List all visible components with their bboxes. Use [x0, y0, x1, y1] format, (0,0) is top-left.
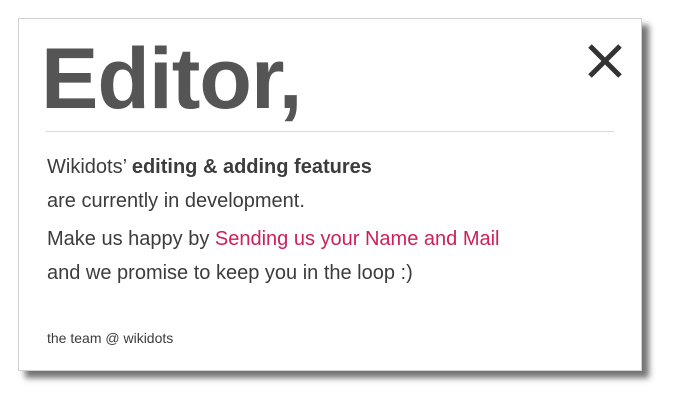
- message-brand-prefix: Wikidots’: [47, 156, 127, 178]
- dialog-title: Editor,: [41, 31, 303, 127]
- editor-dialog: Editor, Wikidots’ editing & adding featu…: [18, 18, 642, 371]
- message-line-3: Make us happy by Sending us your Name an…: [47, 222, 617, 256]
- close-x-icon: [588, 44, 622, 78]
- close-button[interactable]: [585, 41, 625, 81]
- message-line-2: are currently in development.: [47, 190, 305, 212]
- send-name-mail-link[interactable]: Sending us your Name and Mail: [215, 228, 500, 250]
- dialog-message: Wikidots’ editing & adding features are …: [47, 151, 617, 290]
- message-line-1: Wikidots’ editing & adding features: [47, 151, 617, 184]
- message-cta-prefix: Make us happy by: [47, 228, 210, 250]
- page: Editor, Wikidots’ editing & adding featu…: [0, 0, 674, 404]
- message-line-4: and we promise to keep you in the loop :…: [47, 262, 413, 284]
- message-feature-emphasis: editing & adding features: [131, 156, 372, 178]
- title-divider: [46, 131, 614, 132]
- team-signature: the team @ wikidots: [47, 330, 174, 346]
